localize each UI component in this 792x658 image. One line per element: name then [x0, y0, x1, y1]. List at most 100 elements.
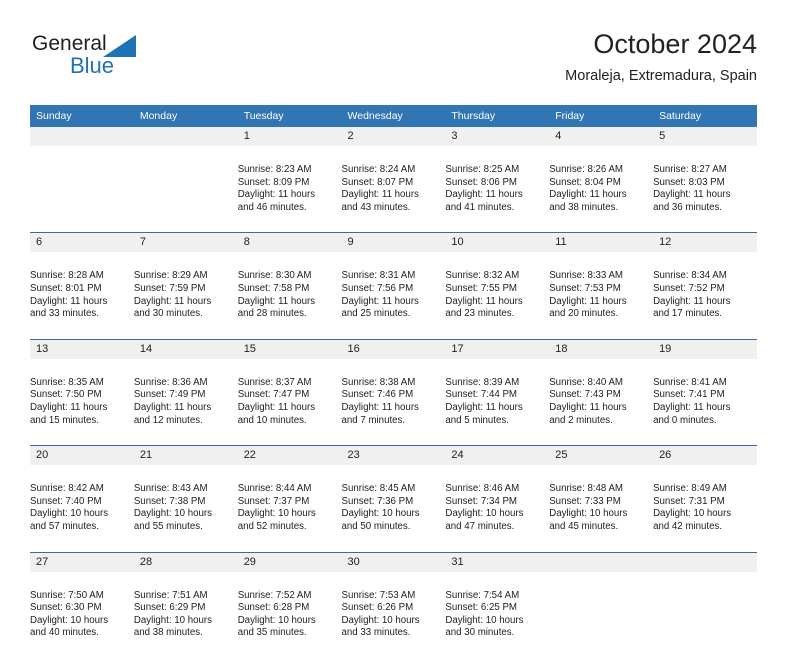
sunrise-text: Sunrise: 8:38 AM [341, 376, 416, 388]
sunset-text: Sunset: 7:43 PM [549, 389, 621, 401]
sunset-text: Sunset: 8:03 PM [653, 176, 725, 188]
daylight-text-line1: Daylight: 10 hours [237, 614, 316, 626]
daylight-text-line2: and 33 minutes. [30, 308, 99, 320]
sunset-text: Sunset: 8:09 PM [237, 176, 310, 188]
day-cell[interactable]: 23 Sunrise: 8:45 AM Sunset: 7:36 PM Dayligh… [341, 445, 446, 552]
sunrise-text: Sunrise: 8:34 AM [653, 270, 727, 282]
day-number: 8 [237, 233, 342, 253]
sunrise-text: Sunrise: 8:43 AM [133, 483, 208, 495]
day-cell[interactable]: 16 Sunrise: 8:38 AM Sunset: 7:46 PM Dayligh… [341, 338, 446, 446]
day-cell[interactable]: 21 Sunrise: 8:43 AM Sunset: 7:38 PM Dayligh… [133, 445, 238, 552]
day-cell[interactable]: 5 Sunrise: 8:27 AM Sunset: 8:03 PM Daylight… [653, 127, 757, 233]
day-cell[interactable]: 11 Sunrise: 8:33 AM Sunset: 7:53 PM Dayligh… [549, 232, 654, 340]
sunrise-text: Sunrise: 8:45 AM [341, 483, 416, 495]
day-cell[interactable]: 15 Sunrise: 8:37 AM Sunset: 7:47 PM Dayligh… [237, 338, 342, 446]
sunrise-text: Sunrise: 8:39 AM [445, 376, 520, 388]
day-cell[interactable]: 6 Sunrise: 8:28 AM Sunset: 8:01 PM Daylight… [30, 232, 134, 340]
day-cell[interactable]: 10 Sunrise: 8:32 AM Sunset: 7:55 PM Dayligh… [445, 232, 550, 340]
day-number [653, 552, 757, 572]
daylight-text-line1: Daylight: 11 hours [341, 189, 419, 201]
day-cell[interactable]: 14 Sunrise: 8:36 AM Sunset: 7:49 PM Dayligh… [133, 338, 238, 446]
daylight-text-line1: Daylight: 11 hours [341, 295, 419, 307]
location-subtitle: Moraleja, Extremadura, Spain [565, 68, 757, 84]
daylight-text-line1: Daylight: 10 hours [653, 508, 732, 520]
day-cell[interactable]: 7 Sunrise: 8:29 AM Sunset: 7:59 PM Daylight… [133, 232, 238, 340]
day-details: Sunrise: 8:29 AM Sunset: 7:59 PM Daylight:… [134, 254, 238, 336]
day-number: 15 [237, 339, 342, 359]
sunset-text: Sunset: 7:49 PM [133, 389, 206, 401]
day-cell[interactable]: 25 Sunrise: 8:48 AM Sunset: 7:33 PM Dayligh… [549, 445, 654, 552]
weekday-header-saturday: Saturday [653, 105, 757, 127]
day-cell[interactable]: 26 Sunrise: 8:49 AM Sunset: 7:31 PM Dayligh… [653, 445, 757, 552]
day-number: 3 [445, 127, 550, 146]
day-number [133, 127, 238, 146]
day-cell[interactable]: 1 Sunrise: 8:23 AM Sunset: 8:09 PM Daylight… [237, 127, 342, 233]
day-cell[interactable]: 12 Sunrise: 8:34 AM Sunset: 7:52 PM Dayligh… [653, 232, 757, 340]
day-number: 7 [133, 233, 238, 253]
daylight-text-line1: Daylight: 10 hours [30, 614, 109, 626]
sunrise-text: Sunrise: 8:40 AM [549, 376, 623, 388]
sunset-text: Sunset: 7:55 PM [445, 282, 517, 294]
day-cell[interactable]: 17 Sunrise: 8:39 AM Sunset: 7:44 PM Dayligh… [445, 338, 550, 446]
day-cell[interactable]: 13 Sunrise: 8:35 AM Sunset: 7:50 PM Dayligh… [30, 338, 134, 446]
day-cell[interactable]: 29 Sunrise: 7:52 AM Sunset: 6:28 PM Dayligh… [237, 551, 342, 658]
sunrise-text: Sunrise: 8:30 AM [237, 270, 312, 282]
daylight-text-line2: and 7 minutes. [341, 414, 406, 426]
daylight-text-line1: Daylight: 11 hours [549, 189, 627, 201]
day-number: 11 [549, 233, 654, 253]
day-cell[interactable]: 31 Sunrise: 7:54 AM Sunset: 6:25 PM Dayligh… [445, 551, 550, 658]
daylight-text-line2: and 20 minutes. [549, 308, 619, 320]
daylight-text-line1: Daylight: 11 hours [30, 401, 108, 413]
day-cell[interactable] [549, 551, 654, 658]
day-number [30, 127, 134, 146]
daylight-text-line2: and 0 minutes. [653, 414, 717, 426]
sunset-text: Sunset: 7:33 PM [549, 495, 621, 507]
day-details: Sunrise: 8:41 AM Sunset: 7:41 PM Daylight:… [653, 361, 757, 443]
day-cell[interactable]: 18 Sunrise: 8:40 AM Sunset: 7:43 PM Dayligh… [549, 338, 654, 446]
sunrise-text: Sunrise: 8:28 AM [30, 270, 104, 282]
day-cell[interactable]: 8 Sunrise: 8:30 AM Sunset: 7:58 PM Daylight… [237, 232, 342, 340]
day-number: 14 [133, 339, 238, 359]
sunrise-text: Sunrise: 8:32 AM [445, 270, 520, 282]
day-cell[interactable] [133, 127, 238, 233]
calendar-week-row: 6 Sunrise: 8:28 AM Sunset: 8:01 PM Daylight… [30, 232, 757, 340]
day-cell[interactable]: 30 Sunrise: 7:53 AM Sunset: 6:26 PM Dayligh… [341, 551, 446, 658]
daylight-text-line2: and 28 minutes. [237, 308, 307, 320]
sunset-text: Sunset: 7:44 PM [445, 389, 517, 401]
day-details: Sunrise: 8:25 AM Sunset: 8:06 PM Daylight:… [445, 148, 549, 230]
day-details: Sunrise: 8:43 AM Sunset: 7:38 PM Daylight:… [134, 467, 238, 549]
day-details: Sunrise: 8:37 AM Sunset: 7:47 PM Daylight:… [238, 361, 342, 443]
day-details: Sunrise: 8:46 AM Sunset: 7:34 PM Daylight:… [445, 467, 549, 549]
day-cell[interactable]: 20 Sunrise: 8:42 AM Sunset: 7:40 PM Dayligh… [30, 445, 134, 552]
day-cell[interactable]: 24 Sunrise: 8:46 AM Sunset: 7:34 PM Dayligh… [445, 445, 550, 552]
day-cell[interactable]: 27 Sunrise: 7:50 AM Sunset: 6:30 PM Dayligh… [30, 551, 134, 658]
sunset-text: Sunset: 8:01 PM [30, 282, 102, 294]
day-number: 13 [30, 339, 134, 359]
daylight-text-line2: and 55 minutes. [133, 520, 203, 532]
day-cell[interactable] [30, 127, 134, 233]
day-cell[interactable]: 2 Sunrise: 8:24 AM Sunset: 8:07 PM Daylight… [341, 127, 446, 233]
day-cell[interactable]: 22 Sunrise: 8:44 AM Sunset: 7:37 PM Dayligh… [237, 445, 342, 552]
sunrise-text: Sunrise: 8:31 AM [341, 270, 416, 282]
day-number: 12 [653, 233, 757, 253]
sunset-text: Sunset: 7:47 PM [237, 389, 310, 401]
daylight-text-line2: and 10 minutes. [237, 414, 307, 426]
sunset-text: Sunset: 8:06 PM [445, 176, 517, 188]
day-cell[interactable]: 3 Sunrise: 8:25 AM Sunset: 8:06 PM Daylight… [445, 127, 550, 233]
sunset-text: Sunset: 6:26 PM [341, 602, 414, 614]
day-cell[interactable]: 28 Sunrise: 7:51 AM Sunset: 6:29 PM Dayligh… [133, 551, 238, 658]
day-cell[interactable]: 19 Sunrise: 8:41 AM Sunset: 7:41 PM Dayligh… [653, 338, 757, 446]
day-cell[interactable] [653, 551, 757, 658]
day-details: Sunrise: 8:39 AM Sunset: 7:44 PM Daylight:… [445, 361, 549, 443]
day-details: Sunrise: 8:42 AM Sunset: 7:40 PM Daylight:… [30, 467, 134, 549]
daylight-text-line1: Daylight: 11 hours [237, 295, 316, 307]
sunrise-text: Sunrise: 8:33 AM [549, 270, 623, 282]
day-cell[interactable]: 4 Sunrise: 8:26 AM Sunset: 8:04 PM Daylight… [549, 127, 654, 233]
day-number: 28 [133, 552, 238, 572]
day-cell[interactable]: 9 Sunrise: 8:31 AM Sunset: 7:56 PM Daylight… [341, 232, 446, 340]
sunset-text: Sunset: 8:07 PM [341, 176, 414, 188]
day-details: Sunrise: 8:32 AM Sunset: 7:55 PM Daylight:… [445, 254, 549, 336]
daylight-text-line1: Daylight: 11 hours [445, 189, 523, 201]
day-details: Sunrise: 8:36 AM Sunset: 7:49 PM Daylight:… [134, 361, 238, 443]
day-details: Sunrise: 8:27 AM Sunset: 8:03 PM Daylight:… [653, 148, 757, 230]
